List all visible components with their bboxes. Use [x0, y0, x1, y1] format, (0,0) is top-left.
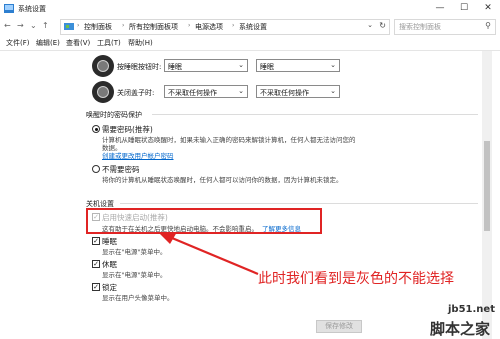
chevron-down-icon: ⌄ [238, 87, 244, 95]
save-changes-button[interactable]: 保存修改 [316, 320, 362, 333]
menu-tools[interactable]: 工具(T) [97, 38, 121, 48]
lock-checkbox[interactable]: ✓ [92, 283, 100, 291]
require-password-radio[interactable] [92, 125, 100, 133]
forward-icon[interactable]: → [17, 21, 24, 30]
chevron-down-icon: ⌄ [330, 87, 336, 95]
lid-close-plugged-select[interactable]: 不采取任何操作 ⌄ [256, 85, 340, 98]
breadcrumb-item[interactable]: 电源选项 [195, 22, 223, 32]
lid-close-icon [92, 81, 114, 103]
breadcrumb-separator-icon: › [77, 22, 80, 29]
no-password-radio[interactable] [92, 165, 100, 173]
address-box[interactable]: › 控制面板 › 所有控制面板项 › 电源选项 › 系统设置 ⌄ ↻ [60, 19, 390, 35]
section-divider [120, 203, 478, 204]
section-divider [152, 114, 478, 115]
breadcrumb-item[interactable]: 系统设置 [239, 22, 267, 32]
refresh-icon[interactable]: ↻ [379, 21, 386, 30]
maximize-icon[interactable]: ☐ [452, 1, 476, 16]
annotation-text: 此时我们看到是灰色的不能选择 [258, 271, 454, 287]
menu-bar: 文件(F) 编辑(E) 查看(V) 工具(T) 帮助(H) [0, 36, 500, 51]
lid-close-battery-select[interactable]: 不采取任何操作 ⌄ [164, 85, 248, 98]
search-input[interactable]: 搜索控制面板 ⚲ [394, 19, 496, 35]
minimize-icon[interactable]: — [428, 1, 452, 16]
sleep-checkbox[interactable]: ✓ [92, 237, 100, 245]
lock-desc: 显示在用户头像菜单中。 [102, 294, 174, 302]
menu-view[interactable]: 查看(V) [66, 38, 90, 48]
lid-close-label: 关闭盖子时: [117, 89, 155, 97]
address-dropdown-icon[interactable]: ⌄ [367, 21, 373, 29]
vertical-scrollbar[interactable] [482, 51, 492, 339]
chevron-down-icon: ⌄ [238, 61, 244, 69]
scrollbar-thumb[interactable] [484, 141, 490, 231]
breadcrumb-separator-icon: › [232, 22, 235, 29]
menu-file[interactable]: 文件(F) [6, 38, 30, 48]
select-value: 不采取任何操作 [260, 89, 309, 97]
up-icon[interactable]: ↑ [42, 21, 49, 30]
no-password-desc: 将你的计算机从睡眠状态唤醒时，任何人都可以访问你的数据，因为计算机未锁定。 [102, 176, 343, 184]
back-icon[interactable]: ← [4, 21, 11, 30]
change-password-link[interactable]: 创建或更改用户帐户密码 [102, 150, 174, 160]
chevron-down-icon: ⌄ [330, 61, 336, 69]
breadcrumb-separator-icon: › [188, 22, 191, 29]
watermark-brand: 脚本之家 [430, 320, 491, 338]
select-value: 睡眠 [260, 63, 274, 71]
window-title: 系统设置 [18, 5, 46, 13]
breadcrumb-item[interactable]: 控制面板 [84, 22, 112, 32]
title-bar: 系统设置 — ☐ ✕ [0, 0, 500, 17]
select-value: 睡眠 [168, 63, 182, 71]
breadcrumb-separator-icon: › [122, 22, 125, 29]
sleep-button-icon [92, 55, 114, 77]
watermark-url: jb51.net [448, 304, 495, 315]
close-icon[interactable]: ✕ [476, 1, 500, 16]
select-value: 不采取任何操作 [168, 89, 217, 97]
control-panel-icon [64, 23, 74, 30]
search-icon: ⚲ [485, 21, 491, 30]
annotation-arrow-icon [158, 232, 259, 276]
breadcrumb-item[interactable]: 所有控制面板项 [129, 22, 178, 32]
hibernate-checkbox[interactable]: ✓ [92, 260, 100, 268]
password-section-title: 唤醒时的密码保护 [86, 111, 142, 119]
sleep-button-label: 按睡眠按钮时: [117, 63, 162, 71]
sleep-button-plugged-select[interactable]: 睡眠 ⌄ [256, 59, 340, 72]
search-placeholder: 搜索控制面板 [399, 23, 441, 31]
menu-edit[interactable]: 编辑(E) [36, 38, 60, 48]
recent-dropdown-icon[interactable]: ⌄ [30, 21, 37, 30]
menu-help[interactable]: 帮助(H) [128, 38, 153, 48]
app-icon [4, 4, 14, 13]
require-password-desc: 计算机从睡眠状态唤醒时，如果未输入正确的密码来解锁计算机，任何人都无法访问您的 [102, 136, 356, 144]
sleep-button-battery-select[interactable]: 睡眠 ⌄ [164, 59, 248, 72]
address-bar: ← → ⌄ ↑ › 控制面板 › 所有控制面板项 › 电源选项 › 系统设置 ⌄… [0, 17, 500, 36]
